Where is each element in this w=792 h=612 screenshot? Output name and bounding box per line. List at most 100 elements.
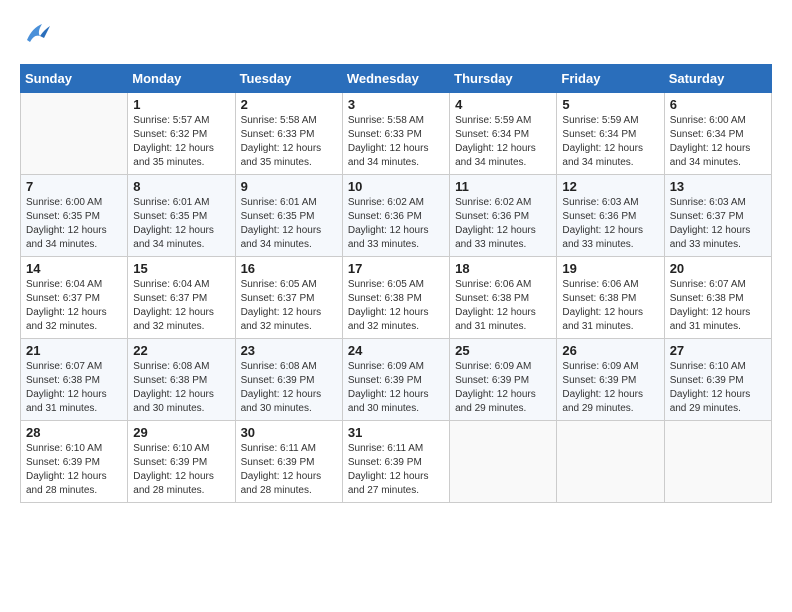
calendar-day-cell: 13 Sunrise: 6:03 AM Sunset: 6:37 PM Dayli… <box>664 175 771 257</box>
calendar-day-cell: 19 Sunrise: 6:06 AM Sunset: 6:38 PM Dayli… <box>557 257 664 339</box>
day-info: Sunrise: 6:05 AM Sunset: 6:37 PM Dayligh… <box>241 278 337 334</box>
day-number: 23 <box>241 343 337 358</box>
calendar-day-cell <box>557 421 664 503</box>
calendar-day-cell: 21 Sunrise: 6:07 AM Sunset: 6:38 PM Dayli… <box>21 339 128 421</box>
calendar-day-cell: 1 Sunrise: 5:57 AM Sunset: 6:32 PM Daylig… <box>128 93 235 175</box>
day-info: Sunrise: 5:59 AM Sunset: 6:34 PM Dayligh… <box>562 114 658 170</box>
day-info: Sunrise: 6:03 AM Sunset: 6:36 PM Dayligh… <box>562 196 658 252</box>
day-number: 7 <box>26 179 122 194</box>
day-info: Sunrise: 5:59 AM Sunset: 6:34 PM Dayligh… <box>455 114 551 170</box>
day-number: 17 <box>348 261 444 276</box>
day-info: Sunrise: 6:10 AM Sunset: 6:39 PM Dayligh… <box>26 442 122 498</box>
day-number: 25 <box>455 343 551 358</box>
calendar-day-cell: 9Sunrise: 6:01 AM Sunset: 6:35 PM Daylig… <box>235 175 342 257</box>
calendar-day-cell: 14Sunrise: 6:04 AM Sunset: 6:37 PM Dayli… <box>21 257 128 339</box>
logo <box>20 20 52 48</box>
day-info: Sunrise: 6:10 AM Sunset: 6:39 PM Dayligh… <box>670 360 766 416</box>
calendar-day-cell: 27 Sunrise: 6:10 AM Sunset: 6:39 PM Dayli… <box>664 339 771 421</box>
day-of-week-header: Friday <box>557 65 664 93</box>
day-number: 15 <box>133 261 229 276</box>
calendar-day-cell: 29 Sunrise: 6:10 AM Sunset: 6:39 PM Dayli… <box>128 421 235 503</box>
calendar-day-cell: 24Sunrise: 6:09 AM Sunset: 6:39 PM Dayli… <box>342 339 449 421</box>
calendar-day-cell: 7 Sunrise: 6:00 AM Sunset: 6:35 PM Daylig… <box>21 175 128 257</box>
day-number: 28 <box>26 425 122 440</box>
calendar-day-cell: 6 Sunrise: 6:00 AM Sunset: 6:34 PM Daylig… <box>664 93 771 175</box>
calendar-day-cell: 4 Sunrise: 5:59 AM Sunset: 6:34 PM Daylig… <box>450 93 557 175</box>
day-info: Sunrise: 6:06 AM Sunset: 6:38 PM Dayligh… <box>562 278 658 334</box>
calendar-week-row: 1 Sunrise: 5:57 AM Sunset: 6:32 PM Daylig… <box>21 93 772 175</box>
calendar-week-row: 21 Sunrise: 6:07 AM Sunset: 6:38 PM Dayli… <box>21 339 772 421</box>
calendar-day-cell: 26 Sunrise: 6:09 AM Sunset: 6:39 PM Dayli… <box>557 339 664 421</box>
day-info: Sunrise: 6:00 AM Sunset: 6:35 PM Dayligh… <box>26 196 122 252</box>
day-of-week-header: Wednesday <box>342 65 449 93</box>
day-info: Sunrise: 6:11 AM Sunset: 6:39 PM Dayligh… <box>348 442 444 498</box>
day-number: 13 <box>670 179 766 194</box>
day-info: Sunrise: 6:08 AM Sunset: 6:38 PM Dayligh… <box>133 360 229 416</box>
calendar-day-cell: 17 Sunrise: 6:05 AM Sunset: 6:38 PM Dayli… <box>342 257 449 339</box>
day-number: 12 <box>562 179 658 194</box>
day-info: Sunrise: 6:04 AM Sunset: 6:37 PM Dayligh… <box>133 278 229 334</box>
calendar-day-cell: 8 Sunrise: 6:01 AM Sunset: 6:35 PM Daylig… <box>128 175 235 257</box>
calendar-day-cell <box>664 421 771 503</box>
day-info: Sunrise: 6:09 AM Sunset: 6:39 PM Dayligh… <box>562 360 658 416</box>
day-info: Sunrise: 6:07 AM Sunset: 6:38 PM Dayligh… <box>26 360 122 416</box>
calendar-day-cell <box>450 421 557 503</box>
day-info: Sunrise: 6:01 AM Sunset: 6:35 PM Dayligh… <box>133 196 229 252</box>
day-of-week-header: Monday <box>128 65 235 93</box>
day-info: Sunrise: 6:08 AM Sunset: 6:39 PM Dayligh… <box>241 360 337 416</box>
header-row: SundayMondayTuesdayWednesdayThursdayFrid… <box>21 65 772 93</box>
day-number: 4 <box>455 97 551 112</box>
day-number: 5 <box>562 97 658 112</box>
day-number: 20 <box>670 261 766 276</box>
day-info: Sunrise: 6:11 AM Sunset: 6:39 PM Dayligh… <box>241 442 337 498</box>
day-number: 1 <box>133 97 229 112</box>
day-info: Sunrise: 6:09 AM Sunset: 6:39 PM Dayligh… <box>455 360 551 416</box>
day-number: 31 <box>348 425 444 440</box>
day-info: Sunrise: 5:57 AM Sunset: 6:32 PM Dayligh… <box>133 114 229 170</box>
day-number: 3 <box>348 97 444 112</box>
calendar-day-cell: 30 Sunrise: 6:11 AM Sunset: 6:39 PM Dayli… <box>235 421 342 503</box>
day-info: Sunrise: 6:05 AM Sunset: 6:38 PM Dayligh… <box>348 278 444 334</box>
calendar-day-cell: 11Sunrise: 6:02 AM Sunset: 6:36 PM Dayli… <box>450 175 557 257</box>
calendar-day-cell: 23 Sunrise: 6:08 AM Sunset: 6:39 PM Dayli… <box>235 339 342 421</box>
calendar-day-cell: 28 Sunrise: 6:10 AM Sunset: 6:39 PM Dayli… <box>21 421 128 503</box>
logo-bird-icon <box>22 20 52 48</box>
day-info: Sunrise: 6:02 AM Sunset: 6:36 PM Dayligh… <box>348 196 444 252</box>
day-of-week-header: Thursday <box>450 65 557 93</box>
day-info: Sunrise: 6:01 AM Sunset: 6:35 PM Dayligh… <box>241 196 337 252</box>
calendar-day-cell: 25 Sunrise: 6:09 AM Sunset: 6:39 PM Dayli… <box>450 339 557 421</box>
page-header <box>20 20 772 48</box>
day-number: 30 <box>241 425 337 440</box>
day-of-week-header: Sunday <box>21 65 128 93</box>
day-number: 6 <box>670 97 766 112</box>
day-number: 18 <box>455 261 551 276</box>
calendar-table: SundayMondayTuesdayWednesdayThursdayFrid… <box>20 64 772 503</box>
calendar-day-cell: 15 Sunrise: 6:04 AM Sunset: 6:37 PM Dayli… <box>128 257 235 339</box>
day-number: 2 <box>241 97 337 112</box>
day-info: Sunrise: 6:03 AM Sunset: 6:37 PM Dayligh… <box>670 196 766 252</box>
day-number: 21 <box>26 343 122 358</box>
calendar-day-cell: 10 Sunrise: 6:02 AM Sunset: 6:36 PM Dayli… <box>342 175 449 257</box>
calendar-day-cell: 3Sunrise: 5:58 AM Sunset: 6:33 PM Daylig… <box>342 93 449 175</box>
day-number: 19 <box>562 261 658 276</box>
day-of-week-header: Saturday <box>664 65 771 93</box>
calendar-day-cell: 31 Sunrise: 6:11 AM Sunset: 6:39 PM Dayli… <box>342 421 449 503</box>
calendar-day-cell: 20 Sunrise: 6:07 AM Sunset: 6:38 PM Dayli… <box>664 257 771 339</box>
day-info: Sunrise: 6:06 AM Sunset: 6:38 PM Dayligh… <box>455 278 551 334</box>
day-number: 11 <box>455 179 551 194</box>
calendar-day-cell: 5 Sunrise: 5:59 AM Sunset: 6:34 PM Daylig… <box>557 93 664 175</box>
day-info: Sunrise: 6:07 AM Sunset: 6:38 PM Dayligh… <box>670 278 766 334</box>
day-number: 29 <box>133 425 229 440</box>
day-number: 14 <box>26 261 122 276</box>
day-number: 26 <box>562 343 658 358</box>
calendar-week-row: 14 Sunrise: 6:04 AM Sunset: 6:37 PM Dayli… <box>21 257 772 339</box>
day-info: Sunrise: 6:10 AM Sunset: 6:39 PM Dayligh… <box>133 442 229 498</box>
day-number: 8 <box>133 179 229 194</box>
day-number: 22 <box>133 343 229 358</box>
day-info: Sunrise: 6:00 AM Sunset: 6:34 PM Dayligh… <box>670 114 766 170</box>
day-number: 16 <box>241 261 337 276</box>
calendar-day-cell <box>21 93 128 175</box>
day-number: 27 <box>670 343 766 358</box>
day-number: 10 <box>348 179 444 194</box>
day-of-week-header: Tuesday <box>235 65 342 93</box>
